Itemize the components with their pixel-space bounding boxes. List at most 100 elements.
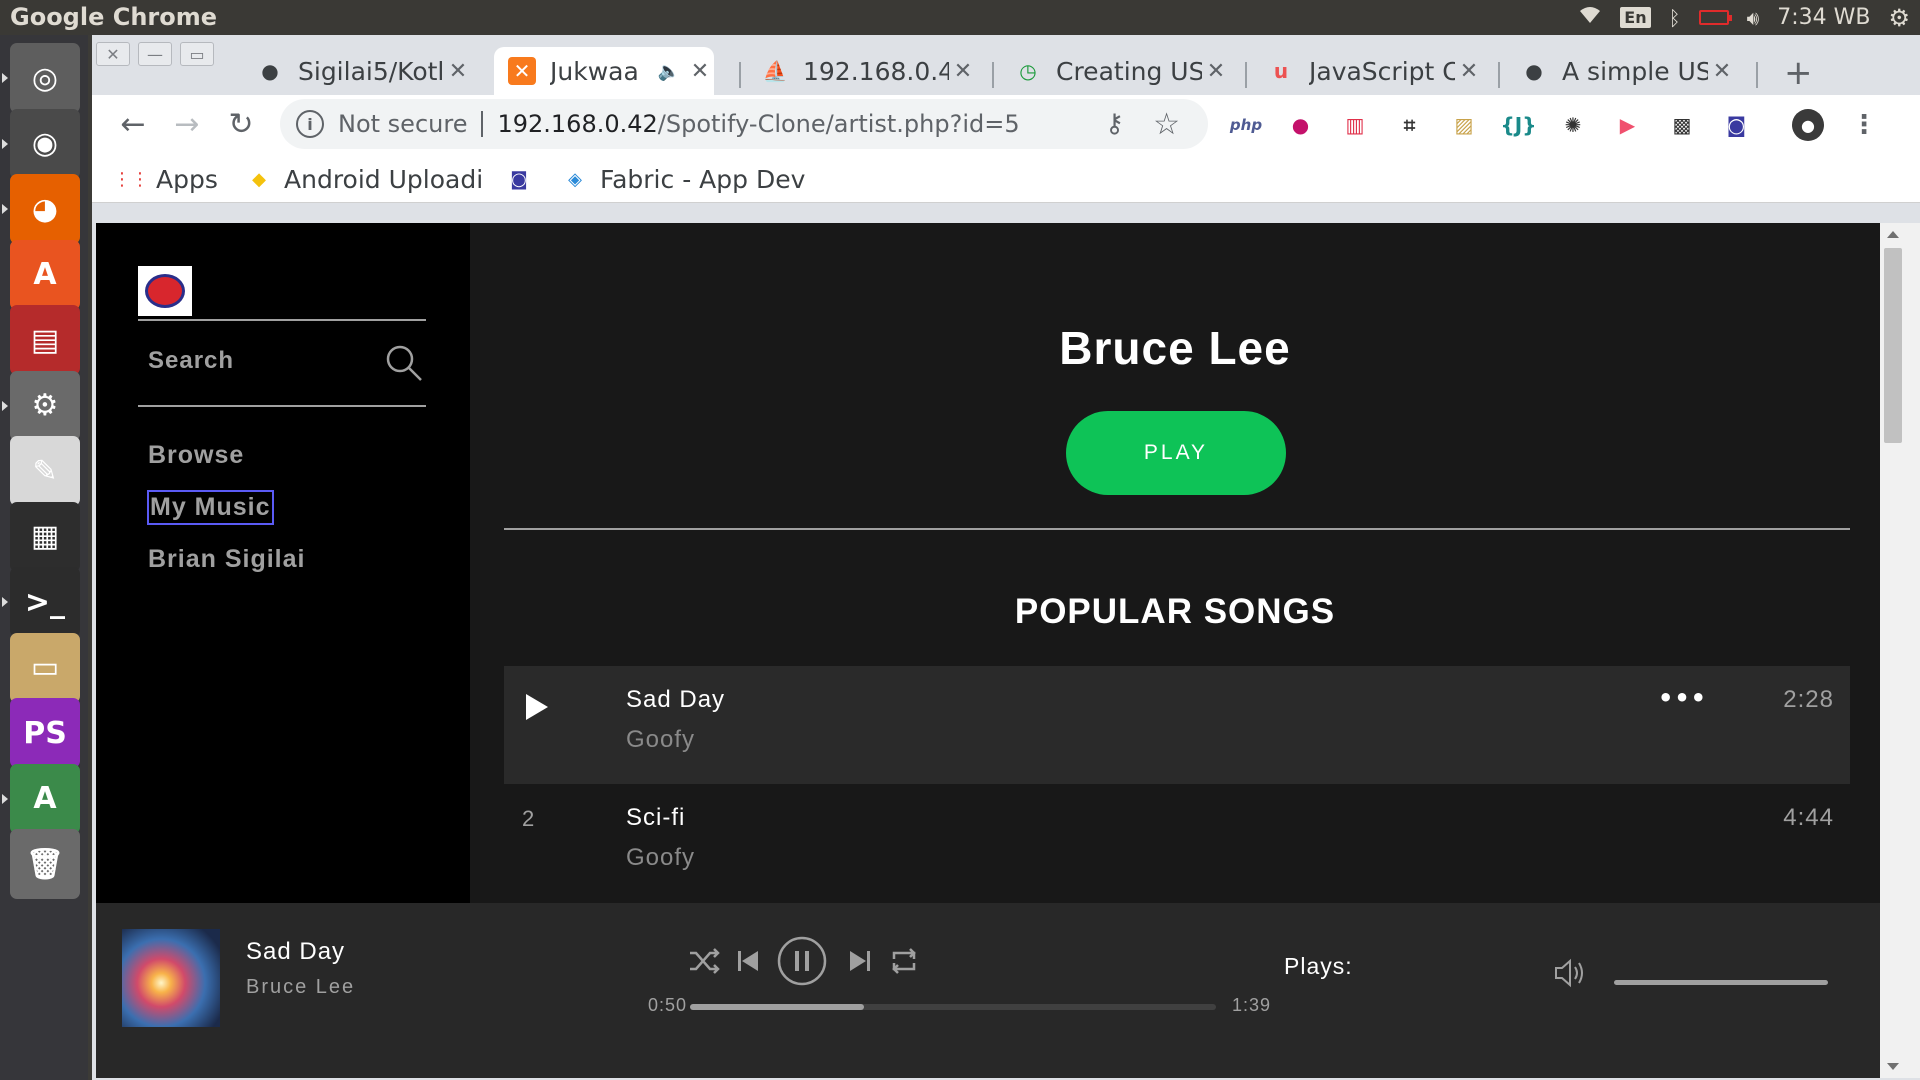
nav-link-my-music[interactable]: My Music [147, 490, 274, 525]
bluetooth-icon[interactable]: ᛒ [1669, 6, 1681, 30]
record-extension-icon[interactable]: ● [1285, 109, 1317, 141]
trash-icon[interactable]: 🗑 [10, 829, 80, 899]
volume-icon[interactable]: 🔊︎ [1747, 6, 1760, 30]
tab-4[interactable]: ◷ Creating USS✕ [1000, 47, 1230, 95]
image-extension-icon[interactable]: ▨ [1448, 109, 1480, 141]
php-extension-icon[interactable]: php [1230, 109, 1262, 141]
tab-close-icon[interactable]: ✕ [949, 59, 977, 84]
nav-link-profile[interactable]: Brian Sigilai [148, 545, 305, 574]
sidebar-nav: Search Browse My Music Brian Sigilai [96, 223, 470, 903]
address-bar[interactable]: i Not secure 192.168.0.42/Spotify-Clone/… [280, 99, 1208, 149]
song-title: Sad Day [626, 686, 726, 713]
tab-close-icon[interactable]: ✕ [686, 59, 714, 84]
tab-1[interactable]: ● Sigilai5/Kotl ✕ [242, 47, 472, 95]
tab-2[interactable]: ✕ Jukwaa 🔈 ✕ [494, 47, 714, 95]
more-options-icon[interactable]: ••• [1658, 684, 1707, 712]
tab-close-icon[interactable]: ✕ [1202, 59, 1230, 84]
tab-separator [992, 62, 994, 88]
battery-icon[interactable] [1698, 10, 1732, 25]
clapper-extension-icon[interactable]: ▩ [1666, 109, 1698, 141]
json-extension-icon[interactable]: {J} [1501, 109, 1537, 141]
robot-extension-icon[interactable]: ◙ [1721, 109, 1753, 141]
bookmark-fabric[interactable]: ◈ Fabric - App Dev [562, 163, 805, 195]
reload-button[interactable]: ↻ [220, 103, 262, 145]
gear-icon[interactable]: ⚙ [1888, 4, 1910, 32]
video-editor-icon[interactable]: ▦ [10, 501, 80, 572]
forward-button[interactable]: → [166, 103, 208, 145]
speaker-icon[interactable] [1552, 955, 1588, 991]
back-button[interactable]: ← [112, 103, 154, 145]
launcher: ◎ ◉ ◕ A ▤ ⚙ ✎ ▦ >_ ▭ PS A 🗑 [0, 35, 88, 1080]
clock[interactable]: 7:34 WB [1777, 5, 1870, 30]
running-indicator [2, 73, 8, 83]
terminal-icon[interactable]: >_ [10, 567, 80, 637]
minimize-window-button[interactable]: — [138, 42, 172, 66]
album-artwork[interactable] [122, 929, 220, 1027]
bookmark-android-upload[interactable]: ◆ Android Uploadi [246, 163, 483, 195]
scroll-down-arrow[interactable] [1887, 1063, 1899, 1070]
info-icon[interactable]: i [296, 110, 324, 138]
software-center-icon[interactable]: A [10, 239, 80, 310]
song-duration: 2:28 [1783, 686, 1834, 713]
openai-extension-icon[interactable]: ✺ [1557, 109, 1589, 141]
play-icon[interactable] [526, 694, 548, 720]
nav-link-browse[interactable]: Browse [148, 441, 244, 470]
pause-icon[interactable] [776, 935, 828, 987]
now-playing-title[interactable]: Sad Day [246, 938, 345, 966]
next-track-icon[interactable] [840, 941, 880, 981]
site-logo[interactable] [138, 266, 192, 316]
sidebar-search[interactable]: Search [138, 341, 426, 393]
phpstorm-icon[interactable]: PS [10, 698, 80, 768]
progress-bar[interactable] [690, 1004, 1216, 1010]
tab-close-icon[interactable]: ✕ [444, 59, 472, 84]
tab-5[interactable]: u JavaScript C ✕ [1253, 47, 1483, 95]
key-icon[interactable]: ⚷ [1105, 109, 1124, 139]
tab-title: Jukwaa [550, 56, 639, 86]
tab-3[interactable]: ⛵ 192.168.0.42✕ [747, 47, 977, 95]
maximize-window-button[interactable]: ▭ [180, 42, 214, 66]
chrome-menu-icon[interactable]: ⋮ [1848, 109, 1880, 141]
scrollbar-thumb[interactable] [1884, 248, 1902, 443]
logo-divider [138, 319, 426, 321]
tab-close-icon[interactable]: ✕ [1708, 59, 1736, 84]
firefox-icon[interactable]: ◕ [10, 174, 80, 244]
active-app-title: Google Chrome [10, 3, 218, 31]
audio-playing-icon[interactable]: 🔈 [658, 61, 680, 82]
files-icon[interactable]: ▤ [10, 305, 80, 375]
song-row[interactable]: 2 Sci-fi Goofy 4:44 [504, 784, 1850, 902]
archive-icon[interactable]: ▭ [10, 632, 80, 703]
bookmark-star-icon[interactable]: ☆ [1153, 107, 1180, 142]
video-extension-icon[interactable]: ▶ [1612, 109, 1644, 141]
running-indicator [2, 400, 8, 411]
play-artist-button[interactable]: PLAY [1066, 411, 1286, 495]
new-tab-button[interactable]: + [1784, 53, 1813, 93]
volume-slider[interactable] [1614, 980, 1828, 985]
bookmark-robot[interactable]: ◙ [506, 163, 544, 195]
search-icon[interactable] [384, 343, 424, 383]
total-time: 1:39 [1232, 995, 1272, 1015]
shuffle-icon[interactable] [684, 941, 724, 981]
now-playing-artist[interactable]: Bruce Lee [246, 976, 355, 999]
wifi-icon[interactable] [1578, 5, 1602, 31]
crop-extension-icon[interactable]: ⌗ [1394, 109, 1426, 141]
color-extension-icon[interactable]: ▥ [1339, 109, 1371, 141]
scroll-up-arrow[interactable] [1887, 231, 1899, 238]
profile-avatar[interactable]: ● [1792, 109, 1824, 141]
previous-track-icon[interactable] [728, 941, 768, 981]
text-editor-icon[interactable]: ✎ [10, 436, 80, 506]
tab-6[interactable]: ● A simple USS✕ [1506, 47, 1736, 95]
search-label[interactable]: Search [148, 347, 234, 375]
close-window-button[interactable]: ✕ [96, 42, 130, 66]
keyboard-language-indicator[interactable]: En [1620, 7, 1651, 28]
ubuntu-dash-icon[interactable]: ◎ [10, 43, 80, 113]
system-indicators: En ᛒ 🔊︎ 7:34 WB ⚙ [1578, 0, 1910, 35]
chrome-icon[interactable]: ◉ [10, 108, 80, 179]
song-row[interactable]: Sad Day Goofy ••• 2:28 [504, 666, 1850, 784]
tab-close-icon[interactable]: ✕ [1455, 59, 1483, 84]
bookmark-apps[interactable]: ⋮⋮ Apps [113, 163, 218, 195]
android-studio-icon[interactable]: A [10, 763, 80, 834]
security-status[interactable]: Not secure [338, 111, 484, 137]
settings-icon[interactable]: ⚙ [10, 370, 80, 441]
repeat-icon[interactable] [884, 941, 924, 981]
page-scrollbar[interactable] [1880, 223, 1920, 1078]
